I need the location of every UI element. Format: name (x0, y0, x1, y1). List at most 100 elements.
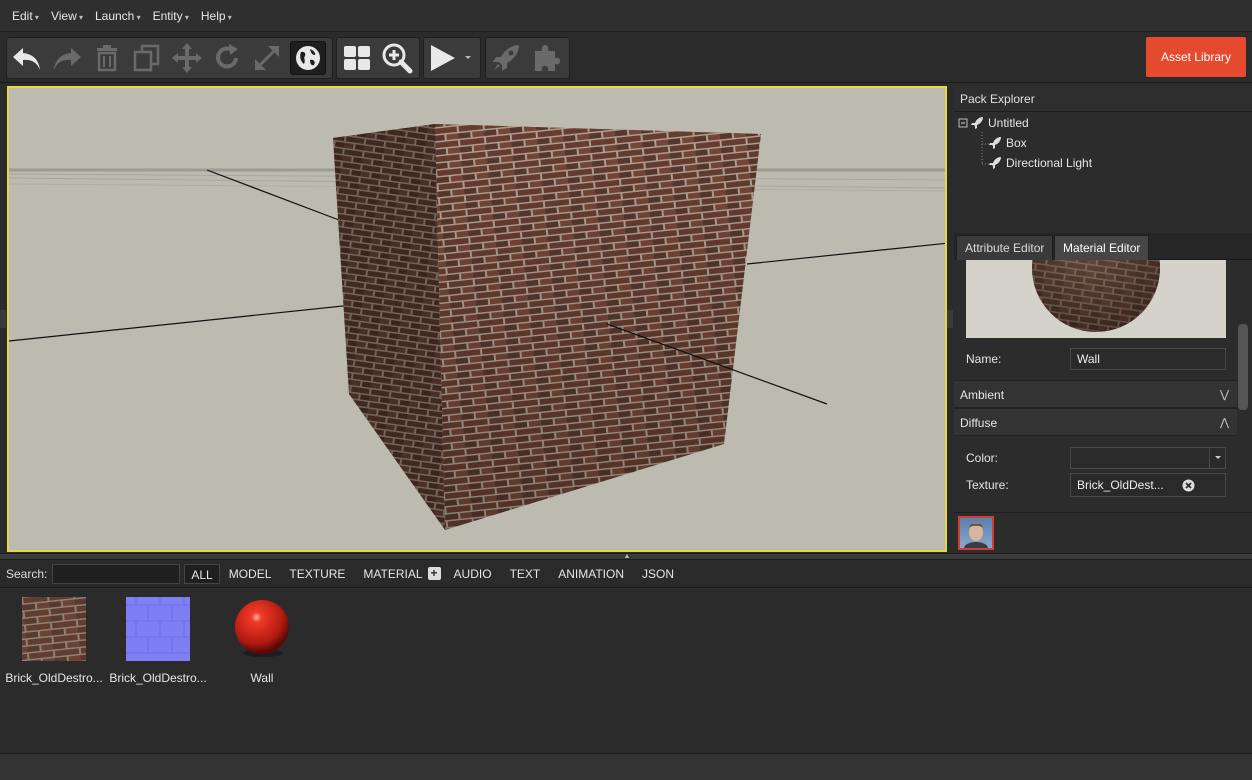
menu-bar: Edit View Launch Entity Help (0, 0, 1252, 32)
scene-render (9, 124, 945, 530)
filter-texture[interactable]: TEXTURE (280, 564, 354, 584)
world-space-toggle[interactable] (290, 41, 326, 75)
material-editor-scrollbar[interactable] (1238, 324, 1248, 410)
ambient-section-header[interactable]: Ambient ⋁ (954, 380, 1237, 408)
move-icon (172, 43, 202, 73)
left-collapse-handle[interactable] (0, 310, 6, 328)
move-button[interactable] (169, 41, 205, 75)
play-button[interactable] (424, 41, 460, 75)
redo-icon (54, 48, 81, 70)
pack-explorer-tree: Untitled Box Directional Light (954, 112, 1252, 222)
tree-node-label: Directional Light (1006, 156, 1093, 170)
diffuse-section-header[interactable]: Diffuse ⋀ (954, 408, 1237, 436)
material-editor: Name: Ambient ⋁ Diffuse ⋀ Color: Texture… (954, 260, 1252, 510)
launch-icon (493, 45, 519, 71)
world-space-icon (296, 46, 320, 70)
filter-model[interactable]: MODEL (220, 564, 281, 584)
color-label: Color: (966, 451, 999, 465)
edit-tools-group (6, 37, 333, 79)
asset-name: Brick_OldDestro... (5, 671, 103, 685)
asset-library-button[interactable]: Asset Library (1146, 37, 1246, 77)
material-sphere-preview (1032, 260, 1160, 332)
grid-view-icon (344, 46, 370, 70)
texture-value: Brick_OldDest... (1077, 478, 1164, 492)
app-window: Edit View Launch Entity Help (0, 0, 1252, 780)
view-tools-group (336, 37, 420, 79)
rotate-button[interactable] (209, 41, 245, 75)
chevron-down-icon (465, 56, 471, 59)
duplicate-button[interactable] (129, 41, 165, 75)
name-label: Name: (966, 352, 1002, 366)
right-panel: Pack Explorer Untitled Box Directional L… (954, 86, 1252, 554)
delete-button[interactable] (89, 41, 125, 75)
material-name-input[interactable] (1070, 348, 1226, 370)
3d-viewport[interactable] (7, 86, 947, 552)
asset-item[interactable]: Brick_OldDestro... (108, 597, 208, 685)
menu-help[interactable]: Help (195, 9, 238, 23)
pack-explorer-title: Pack Explorer (954, 86, 1252, 112)
toolbar: Asset Library (0, 33, 1252, 83)
undo-button[interactable] (9, 41, 45, 75)
panel-splitter[interactable]: ▲ (0, 553, 1252, 560)
rotate-icon (216, 44, 238, 69)
asset-grid: Brick_OldDestro... Brick_OldDestro... Wa… (0, 589, 1252, 753)
play-icon (431, 45, 455, 71)
tab-material-editor[interactable]: Material Editor (1054, 235, 1150, 260)
tree-node-box[interactable]: Box (988, 136, 1027, 150)
status-bar (0, 753, 1252, 780)
asset-item[interactable]: Brick_OldDestro... (4, 597, 104, 685)
texture-field[interactable]: Brick_OldDest... (1070, 473, 1226, 497)
material-sphere-thumbnail (235, 600, 289, 657)
asset-item[interactable]: Wall (212, 597, 312, 685)
zoom-button[interactable] (379, 41, 415, 75)
collaborators-bar (954, 512, 1252, 552)
normal-map-thumbnail (126, 597, 190, 661)
tree-node-label: Untitled (988, 116, 1029, 130)
plugin-icon (535, 45, 560, 71)
material-preview (966, 260, 1226, 338)
filter-json[interactable]: JSON (633, 564, 683, 584)
filter-audio[interactable]: AUDIO (445, 564, 501, 584)
scale-icon (255, 46, 279, 70)
delete-icon (97, 45, 117, 72)
plugin-tools-group (485, 37, 570, 79)
editor-tabs: Attribute Editor Material Editor (954, 233, 1252, 260)
scale-button[interactable] (249, 41, 285, 75)
ambient-label: Ambient (960, 388, 1005, 402)
chevron-double-down-icon: ⋁ (1219, 389, 1229, 401)
texture-label: Texture: (966, 478, 1009, 492)
tree-node-label: Box (1006, 136, 1027, 150)
undo-icon (13, 48, 40, 70)
avatar[interactable] (958, 516, 994, 550)
plugin-button[interactable] (528, 41, 564, 75)
user-photo (964, 523, 988, 548)
menu-view[interactable]: View (45, 9, 89, 23)
tab-attribute-editor[interactable]: Attribute Editor (956, 235, 1054, 260)
tree-node-directional-light[interactable]: Directional Light (988, 156, 1092, 170)
color-dropdown-button[interactable] (1209, 448, 1225, 468)
play-tools-group (423, 37, 481, 79)
launch-button[interactable] (488, 41, 524, 75)
tree-node-untitled[interactable]: Untitled (970, 116, 1029, 130)
right-collapse-handle[interactable] (947, 310, 953, 328)
clear-texture-icon[interactable] (1182, 479, 1195, 492)
filter-material[interactable]: MATERIAL (354, 564, 427, 584)
diffuse-label: Diffuse (960, 416, 998, 430)
asset-name: Wall (250, 671, 274, 685)
color-picker[interactable] (1070, 447, 1226, 469)
filter-animation[interactable]: ANIMATION (549, 564, 633, 584)
menu-launch[interactable]: Launch (89, 9, 147, 23)
menu-entity[interactable]: Entity (147, 9, 195, 23)
redo-button[interactable] (49, 41, 85, 75)
add-material-icon[interactable]: + (427, 567, 441, 580)
asset-filter-bar: Search: ALL MODEL TEXTURE MATERIAL + AUD… (0, 560, 1252, 588)
filter-all[interactable]: ALL (184, 563, 220, 584)
play-options-dropdown[interactable] (458, 41, 478, 75)
zoom-icon (382, 43, 413, 74)
grid-view-button[interactable] (339, 41, 375, 75)
menu-edit[interactable]: Edit (6, 9, 45, 23)
search-label: Search: (6, 566, 48, 581)
filter-text[interactable]: TEXT (501, 564, 550, 584)
chevron-double-up-icon: ⋀ (1219, 417, 1229, 429)
search-input[interactable] (52, 563, 181, 584)
